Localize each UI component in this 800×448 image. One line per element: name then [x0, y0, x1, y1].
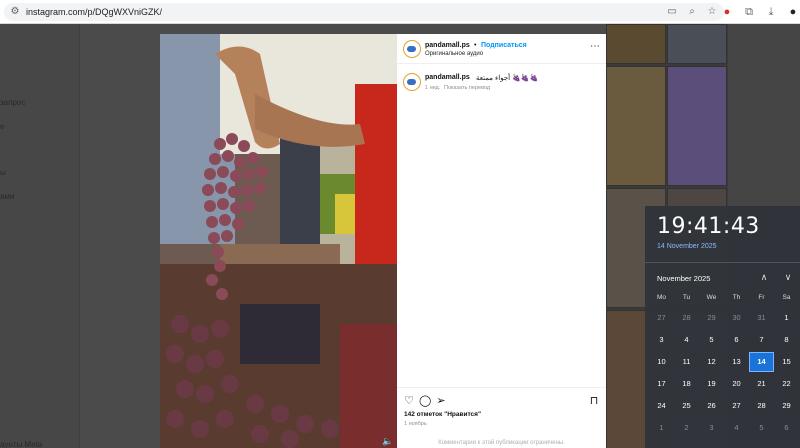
url-text[interactable]: instagram.com/p/DQgWXVniGZK/ — [26, 7, 162, 17]
clock-calendar-flyout: 19:41:43 14 November 2025 November 2025 … — [645, 206, 800, 448]
send-icon[interactable]: ➢ — [435, 395, 447, 407]
calendar-day[interactable]: 28 — [674, 308, 699, 328]
weekday-header: Sa — [782, 294, 791, 301]
weekday-header: We — [706, 294, 717, 301]
weekday-header: Tu — [682, 294, 691, 301]
sidebar-item-3[interactable]: ы — [0, 168, 6, 177]
caption-username[interactable]: pandamall.ps — [425, 74, 470, 81]
post-date[interactable]: 1 ноябрь — [404, 421, 427, 427]
calendar-day[interactable]: 27 — [724, 396, 749, 416]
related-post-thumb[interactable] — [606, 66, 666, 186]
post-actions: ♡ ◯ ➢ ⊓ 142 отметок "Нравится" 1 ноябрь … — [397, 387, 606, 448]
grapes-video-frame — [160, 34, 397, 448]
sidebar-item-search[interactable]: запрос — [0, 98, 25, 107]
calendar-day[interactable]: 1 — [774, 308, 799, 328]
calendar-day[interactable]: 20 — [724, 374, 749, 394]
caption-text: أجواء ممتعة 🍇🍇🍇 — [476, 75, 539, 82]
calendar-day[interactable]: 1 — [649, 418, 674, 438]
calendar-day[interactable]: 18 — [674, 374, 699, 394]
calendar-day[interactable]: 17 — [649, 374, 674, 394]
calendar-day[interactable]: 21 — [749, 374, 774, 394]
calendar-day[interactable]: 2 — [674, 418, 699, 438]
calendar-day[interactable]: 24 — [649, 396, 674, 416]
calendar-month[interactable]: November 2025 — [657, 274, 710, 283]
chevron-up-icon[interactable]: ∧ — [759, 272, 769, 283]
calendar-day[interactable]: 13 — [724, 352, 749, 372]
calendar-day[interactable]: 29 — [699, 308, 724, 328]
related-post-thumb[interactable] — [606, 24, 666, 64]
caption-avatar[interactable] — [403, 73, 421, 91]
calendar-day[interactable]: 6 — [724, 330, 749, 350]
calendar-day[interactable]: 22 — [774, 374, 799, 394]
calendar-day[interactable]: 3 — [699, 418, 724, 438]
caption-age[interactable]: 1 нед. — [425, 85, 440, 91]
follow-button[interactable]: Подписаться — [481, 42, 527, 49]
calendar-day[interactable]: 7 — [749, 330, 774, 350]
calendar-day[interactable]: 19 — [699, 374, 724, 394]
clock-date[interactable]: 14 November 2025 — [657, 243, 717, 250]
cast-icon[interactable]: ▭ — [666, 5, 678, 19]
follow-separator: • — [474, 42, 477, 49]
sidebar-item-2[interactable]: е — [0, 122, 4, 131]
calendar-day[interactable]: 11 — [674, 352, 699, 372]
comment-icon[interactable]: ◯ — [419, 395, 431, 407]
omnibox-actions: ▭ ⌕ ☆ — [666, 5, 718, 19]
calendar-day[interactable]: 28 — [749, 396, 774, 416]
weekday-header: Mo — [656, 294, 667, 301]
weekday-header: Fr — [758, 294, 765, 301]
calendar-day[interactable]: 8 — [774, 330, 799, 350]
heart-icon[interactable]: ♡ — [403, 395, 415, 407]
likes-count[interactable]: 142 отметок "Нравится" — [404, 411, 481, 418]
calendar-day[interactable]: 3 — [649, 330, 674, 350]
clock-time: 19:41:43 — [657, 214, 760, 239]
calendar-day[interactable]: 10 — [649, 352, 674, 372]
star-icon[interactable]: ☆ — [706, 5, 718, 19]
calendar-day[interactable]: 4 — [674, 330, 699, 350]
avatar[interactable] — [403, 40, 421, 58]
weekday-header: Th — [732, 294, 741, 301]
sidebar-item-accounts[interactable]: аунты Meta — [0, 440, 42, 448]
extension-icon[interactable]: ⧉ — [742, 3, 756, 21]
calendar-day[interactable]: 4 — [724, 418, 749, 438]
address-bar[interactable]: ⚙ instagram.com/p/DQgWXVniGZK/ ▭ ⌕ ☆ — [4, 3, 724, 21]
tune-icon[interactable]: ⚙ — [8, 5, 22, 19]
calendar-day[interactable]: 29 — [774, 396, 799, 416]
related-post-thumb[interactable] — [667, 66, 727, 186]
comments-restricted-notice: Комментарии к этой публикации ограничены… — [438, 440, 565, 446]
more-options-icon[interactable]: ⋯ — [590, 41, 601, 52]
alert-extension-icon[interactable]: ● — [720, 3, 734, 21]
chevron-down-icon[interactable]: ∨ — [783, 272, 793, 283]
browser-toolbar: ⚙ instagram.com/p/DQgWXVniGZK/ ▭ ⌕ ☆ ● ⧉… — [0, 0, 800, 24]
calendar-day[interactable]: 25 — [674, 396, 699, 416]
sidebar-item-4[interactable]: ами — [0, 192, 14, 201]
extensions-area: ● ⧉ ⤓ ● — [720, 3, 800, 21]
calendar-day[interactable]: 5 — [699, 330, 724, 350]
post-username[interactable]: pandamall.ps — [425, 42, 470, 49]
download-icon[interactable]: ⤓ — [764, 3, 778, 21]
calendar-day[interactable]: 30 — [724, 308, 749, 328]
calendar-day[interactable]: 5 — [749, 418, 774, 438]
calendar-day[interactable]: 26 — [699, 396, 724, 416]
calendar-day[interactable]: 27 — [649, 308, 674, 328]
calendar-day[interactable]: 12 — [699, 352, 724, 372]
divider — [645, 262, 800, 263]
audio-link[interactable]: Оригинальное аудио — [425, 51, 483, 57]
profile-icon[interactable]: ● — [786, 3, 800, 21]
calendar-day[interactable]: 6 — [774, 418, 799, 438]
bookmark-icon[interactable]: ⊓ — [588, 395, 600, 407]
left-sidebar: запрос е ы ами аунты Meta — [0, 24, 80, 448]
post-video[interactable]: 🔈 — [160, 34, 397, 448]
speaker-icon[interactable]: 🔈 — [382, 436, 393, 447]
zoom-icon[interactable]: ⌕ — [686, 5, 698, 19]
post-header: pandamall.ps • Подписаться Оригинальное … — [397, 34, 606, 64]
calendar-day[interactable]: 31 — [749, 308, 774, 328]
translate-link[interactable]: Показать перевод — [444, 85, 490, 91]
calendar-day-today[interactable]: 14 — [749, 352, 774, 372]
post-details-panel: pandamall.ps • Подписаться Оригинальное … — [397, 34, 606, 448]
related-post-thumb[interactable] — [667, 24, 727, 64]
calendar-day[interactable]: 15 — [774, 352, 799, 372]
